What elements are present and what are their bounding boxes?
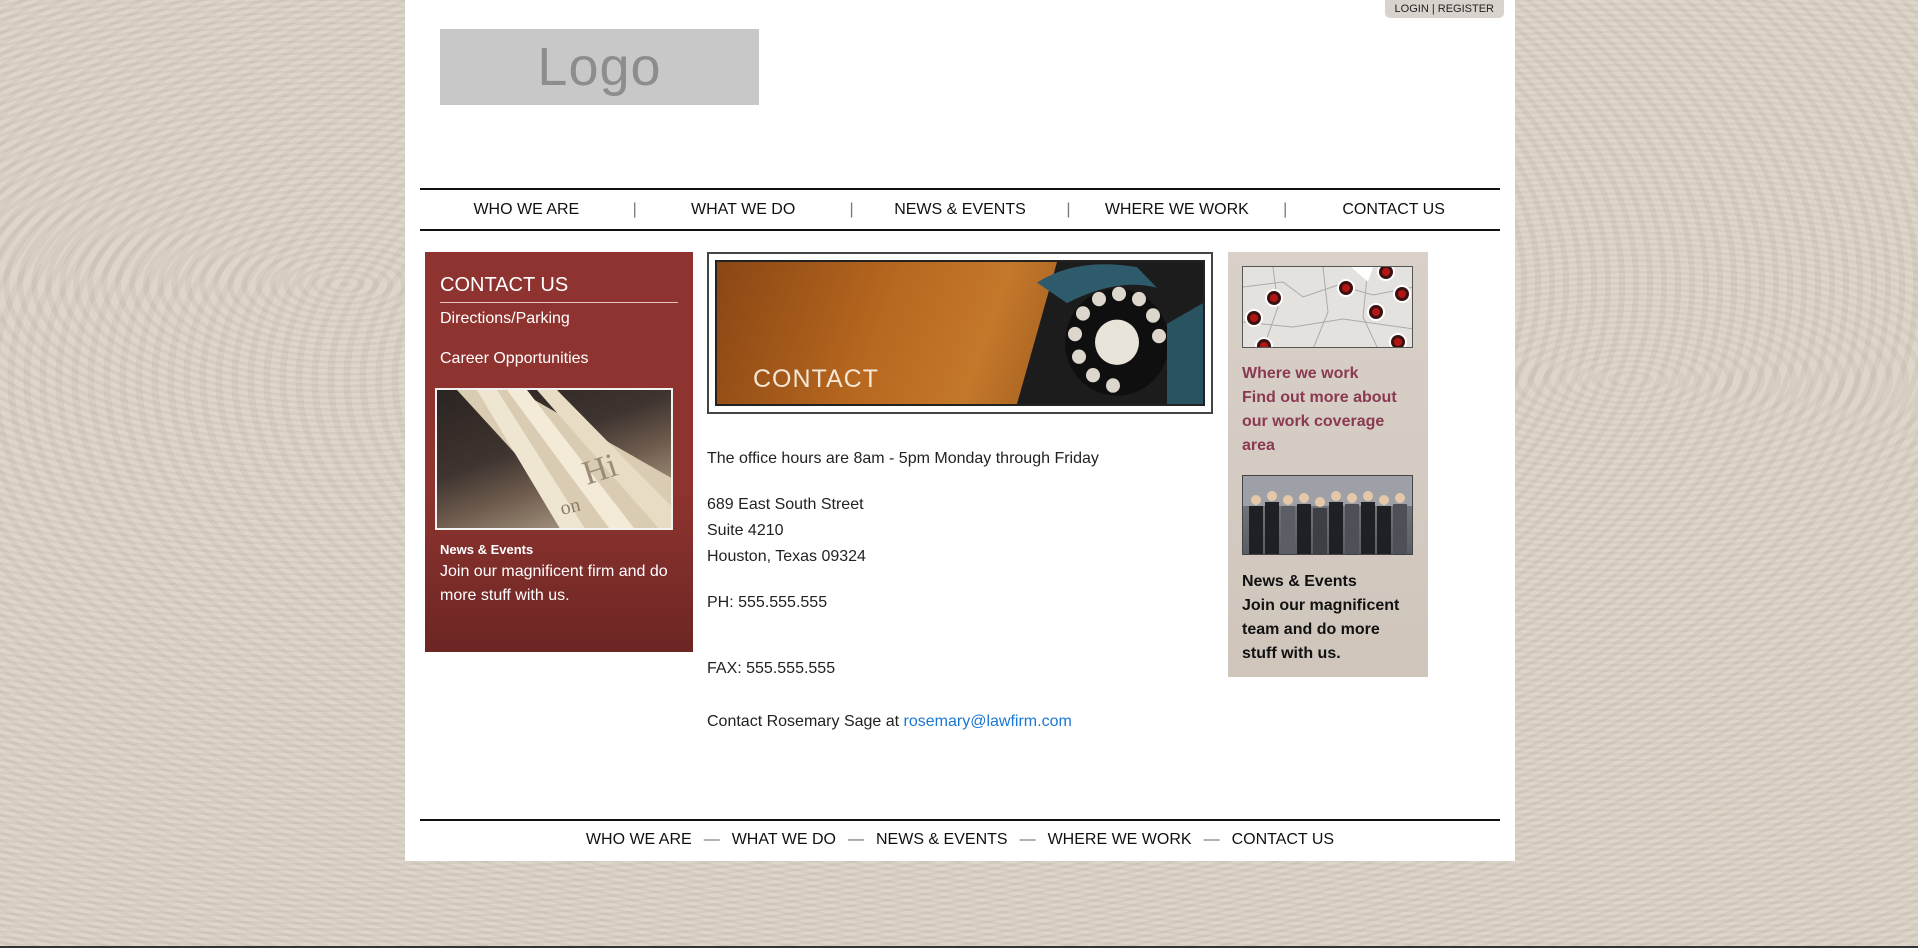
contact-banner: CONTACT <box>707 252 1213 414</box>
footer-separator: — <box>847 831 864 848</box>
sidebar-news-text: Join our magnificent firm and do more st… <box>440 563 668 604</box>
map-marker-icon <box>1267 291 1281 305</box>
sidebar-link-careers[interactable]: Career Opportunities <box>440 350 589 368</box>
nav-item-contact-us[interactable]: CONTACT US <box>1287 201 1500 219</box>
nav-item-who-we-are[interactable]: WHO WE ARE <box>420 201 633 219</box>
logo[interactable]: Logo <box>440 29 759 105</box>
banner-label: CONTACT <box>753 365 879 393</box>
nav-item-news-events[interactable]: NEWS & EVENTS <box>854 201 1067 219</box>
footer-separator: — <box>1019 831 1036 848</box>
map-marker-icon <box>1395 287 1409 301</box>
footer-nav: WHO WE ARE — WHAT WE DO — NEWS & EVENTS … <box>405 831 1515 849</box>
coverage-map[interactable] <box>1242 266 1413 348</box>
footer-link-contact-us[interactable]: CONTACT US <box>1232 831 1335 849</box>
footer-divider <box>420 819 1500 821</box>
team-photo[interactable] <box>1242 475 1413 555</box>
sidebar-link-directions[interactable]: Directions/Parking <box>440 310 570 328</box>
login-separator: | <box>1428 3 1438 15</box>
coverage-map-graphic <box>1243 267 1412 347</box>
footer-separator: — <box>703 831 720 848</box>
sidebar-title: CONTACT US <box>440 274 678 303</box>
left-sidebar: CONTACT US Directions/Parking Career Opp… <box>425 252 693 652</box>
login-link[interactable]: LOGIN <box>1395 3 1429 15</box>
right-news-text: Join our magnificent team and do more st… <box>1242 597 1400 662</box>
right-sidebar: Where we work Find out more about our wo… <box>1228 252 1428 677</box>
nav-item-where-we-work[interactable]: WHERE WE WORK <box>1070 201 1283 219</box>
page-container: LOGIN | REGISTER Logo WHO WE ARE | WHAT … <box>405 0 1515 861</box>
contact-prefix: Contact Rosemary Sage at <box>707 713 904 730</box>
footer-link-what-we-do[interactable]: WHAT WE DO <box>732 831 836 849</box>
login-register-tab: LOGIN | REGISTER <box>1384 0 1504 18</box>
phone-number: PH: 555.555.555 <box>707 594 828 611</box>
address-line-1: 689 East South Street <box>707 496 864 513</box>
where-we-work-subtitle: Find out more about our work coverage ar… <box>1242 389 1397 454</box>
footer-link-where-we-work[interactable]: WHERE WE WORK <box>1048 831 1192 849</box>
fax-number: FAX: 555.555.555 <box>707 660 836 677</box>
map-marker-icon <box>1247 311 1261 325</box>
main-nav: WHO WE ARE | WHAT WE DO | NEWS & EVENTS … <box>420 188 1500 231</box>
newspaper-illustration: Hi on <box>457 390 671 528</box>
office-hours: The office hours are 8am - 5pm Monday th… <box>707 450 1099 467</box>
contact-email-link[interactable]: rosemary@lawfirm.com <box>904 713 1072 730</box>
right-news-block: News & Events Join our magnificent team … <box>1242 570 1417 666</box>
footer-separator: — <box>1203 831 1220 848</box>
right-news-title[interactable]: News & Events <box>1242 570 1417 594</box>
team-photo-illustration <box>1243 476 1412 554</box>
map-marker-icon <box>1339 281 1353 295</box>
sidebar-news-title[interactable]: News & Events <box>440 542 533 557</box>
banner-image: CONTACT <box>715 260 1205 406</box>
contact-line: Contact Rosemary Sage at rosemary@lawfir… <box>707 713 1072 731</box>
address-line-3: Houston, Texas 09324 <box>707 548 866 565</box>
nav-item-what-we-do[interactable]: WHAT WE DO <box>637 201 850 219</box>
map-marker-icon <box>1257 339 1271 347</box>
footer-link-who-we-are[interactable]: WHO WE ARE <box>586 831 692 849</box>
newspaper-image[interactable]: Hi on <box>435 388 673 530</box>
register-link[interactable]: REGISTER <box>1438 3 1494 15</box>
footer-link-news-events[interactable]: NEWS & EVENTS <box>876 831 1008 849</box>
where-we-work-link[interactable]: Where we work Find out more about our wo… <box>1242 362 1417 458</box>
map-marker-icon <box>1391 335 1405 347</box>
map-marker-icon <box>1369 305 1383 319</box>
where-we-work-title: Where we work <box>1242 365 1359 382</box>
address-line-2: Suite 4210 <box>707 522 784 539</box>
